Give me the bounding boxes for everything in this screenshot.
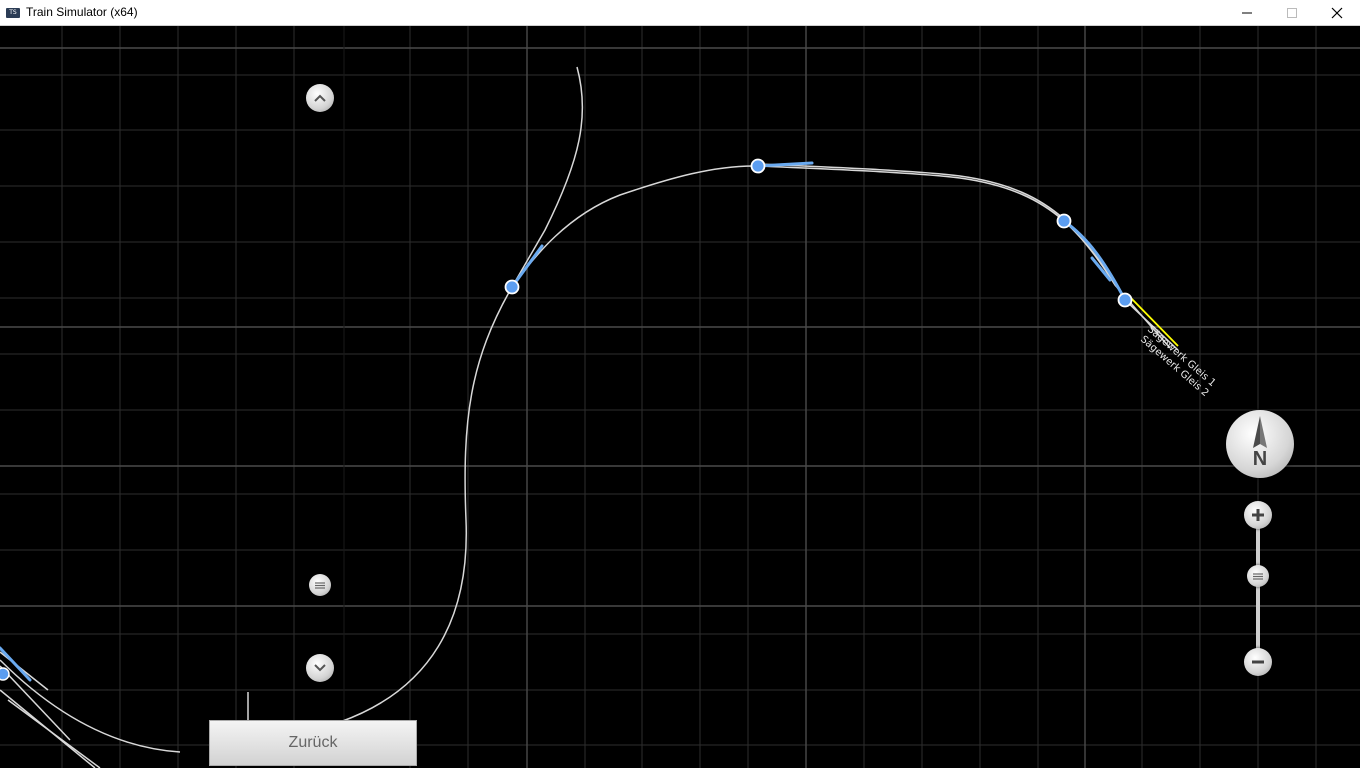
title-bar: TS Train Simulator (x64)	[0, 0, 1360, 26]
track-main-lower	[757, 163, 1065, 220]
track-node[interactable]	[0, 667, 10, 681]
zoom-in-button[interactable]	[1244, 501, 1272, 529]
minus-icon	[1252, 660, 1264, 664]
compass-label: N	[1252, 448, 1268, 470]
track-map[interactable]: Sägewerk Gleis 1 Sägewerk Gleis 2	[0, 26, 1360, 768]
back-button[interactable]: Zurück	[209, 720, 417, 766]
zoom-out-button[interactable]	[1244, 648, 1272, 676]
scroll-handle[interactable]	[309, 574, 331, 596]
chevron-up-icon	[314, 94, 326, 102]
plus-icon	[1252, 509, 1264, 521]
track-map-canvas[interactable]: Sägewerk Gleis 1 Sägewerk Gleis 2	[0, 26, 1360, 768]
window-title: Train Simulator (x64)	[26, 5, 138, 19]
zoom-slider-track[interactable]	[1256, 522, 1260, 656]
scroll-down-button[interactable]	[306, 654, 334, 682]
scroll-up-button[interactable]	[306, 84, 334, 112]
maximize-button[interactable]	[1269, 0, 1315, 25]
track-lines	[0, 66, 1179, 768]
maximize-icon	[1287, 7, 1297, 18]
track-branch-north	[511, 66, 584, 288]
track-sw-d	[7, 699, 101, 768]
selected-sections	[0, 161, 1127, 682]
compass-button[interactable]: N	[1226, 410, 1294, 478]
track-nodes[interactable]	[0, 158, 1133, 681]
map-grid	[0, 26, 1360, 768]
track-node[interactable]	[504, 279, 520, 295]
track-node[interactable]	[1117, 292, 1133, 308]
close-button[interactable]	[1314, 0, 1360, 25]
track-node[interactable]	[1056, 213, 1072, 229]
grip-icon	[1253, 573, 1263, 580]
app-icon: TS	[6, 8, 20, 18]
track-main-upper	[757, 165, 1065, 222]
minimize-button[interactable]	[1224, 0, 1270, 25]
track-main-south	[339, 286, 513, 723]
grip-icon	[315, 582, 325, 589]
zoom-slider-handle[interactable]	[1247, 565, 1269, 587]
chevron-down-icon	[314, 664, 326, 672]
minimize-icon	[1242, 12, 1252, 13]
close-icon	[1331, 7, 1343, 18]
track-node[interactable]	[750, 158, 766, 174]
track-sw-b	[0, 665, 71, 741]
track-segment-west	[511, 165, 759, 288]
